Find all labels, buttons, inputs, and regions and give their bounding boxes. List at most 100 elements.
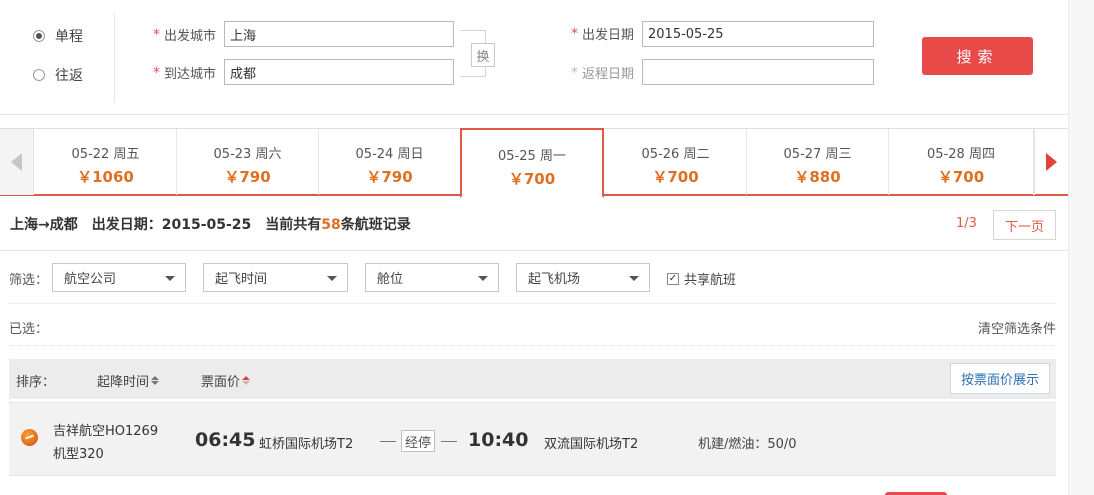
date-tab[interactable]: 05-26 周二 ￥700 <box>605 129 747 195</box>
search-divider <box>114 14 115 102</box>
date-tab[interactable]: 05-24 周日 ￥790 <box>319 129 461 195</box>
sort-by-price[interactable]: 票面价 <box>201 371 251 390</box>
to-city-input[interactable]: 成都 <box>224 59 454 85</box>
flight-count-text: 当前共有58条航班记录 <box>265 214 410 234</box>
date-tab[interactable]: 05-22 周五 ￥1060 <box>35 129 177 195</box>
departure-time: 06:45 <box>195 429 256 451</box>
one-way-option[interactable]: 单程 <box>33 26 83 46</box>
depart-airport-select[interactable]: 起飞机场 <box>516 263 650 292</box>
one-way-radio[interactable] <box>33 30 45 42</box>
prev-dates-button[interactable] <box>0 129 34 195</box>
route-summary: 上海→成都 出发日期：2015-05-25 当前共有58条航班记录 <box>10 214 411 234</box>
arrival-airport: 双流国际机场T2 <box>544 437 639 452</box>
departure-airport: 虹桥国际机场T2 <box>259 437 354 452</box>
depart-date-input[interactable]: 2015-05-25 <box>642 21 874 47</box>
page-indicator: 1/3 <box>956 216 977 231</box>
from-city-label-text: 出发城市 <box>164 29 217 44</box>
right-gutter <box>1068 0 1094 495</box>
depart-time-select-value: 起飞时间 <box>215 272 268 287</box>
chevron-left-icon <box>11 153 22 171</box>
date-tab-date: 05-26 周二 <box>641 147 710 162</box>
cabin-select[interactable]: 舱位 <box>365 263 499 292</box>
sort-by-price-label: 票面价 <box>201 375 241 390</box>
required-mark: * <box>571 64 578 81</box>
caret-down-icon <box>629 276 639 281</box>
date-tab-price: ￥790 <box>366 168 413 186</box>
count-prefix: 当前共有 <box>265 217 322 233</box>
date-tab-date: 05-22 周五 <box>71 147 140 162</box>
date-tab-date: 05-23 周六 <box>213 147 282 162</box>
search-button[interactable]: 搜索 <box>922 37 1033 75</box>
route-text: 上海→成都 <box>10 217 78 233</box>
date-tab-price: ￥880 <box>794 168 841 186</box>
chevron-right-icon <box>1046 153 1057 171</box>
divider <box>9 303 1056 304</box>
from-city-input[interactable]: 上海 <box>224 21 454 47</box>
shared-flight-option[interactable]: ✓ 共享航班 <box>667 269 736 288</box>
required-mark: * <box>153 64 160 81</box>
sort-bar: 排序： 起降时间 票面价 按票面价展示 <box>9 359 1056 399</box>
stopover-badge[interactable]: 经停 <box>401 430 435 452</box>
date-tab[interactable]: 05-28 周四 ￥700 <box>889 129 1034 195</box>
filter-label: 筛选： <box>9 273 49 288</box>
from-city-label: * 出发城市 <box>153 25 217 45</box>
depart-date-label-text: 出发日期 <box>582 28 635 43</box>
divider <box>0 250 1068 251</box>
count-suffix: 条航班记录 <box>340 217 411 233</box>
airline-select[interactable]: 航空公司 <box>52 263 186 292</box>
date-tab-price: ￥700 <box>508 170 556 188</box>
depart-time-select[interactable]: 起飞时间 <box>203 263 348 292</box>
swap-cities-button[interactable]: 换 <box>471 43 495 67</box>
airline-select-value: 航空公司 <box>64 272 117 287</box>
selected-filters-label: 已选： <box>9 322 49 337</box>
required-mark: * <box>153 26 160 43</box>
to-city-label-text: 到达城市 <box>164 67 217 82</box>
date-tab-price: ￥700 <box>937 168 985 186</box>
shared-flight-label: 共享航班 <box>684 273 737 288</box>
date-tab-price: ￥700 <box>652 168 699 186</box>
date-tab-date: 05-25 周一 <box>498 149 566 164</box>
display-by-price-button[interactable]: 按票面价展示 <box>950 363 1050 394</box>
sort-by-time[interactable]: 起降时间 <box>97 371 160 390</box>
arrival-time: 10:40 <box>468 429 529 451</box>
search-panel: 单程 往返 * 出发城市 上海 * 到达城市 成都 换 * 出发日期 2015-… <box>0 0 1068 115</box>
round-trip-radio[interactable] <box>33 69 45 81</box>
flight-count: 58 <box>321 217 341 233</box>
round-trip-option[interactable]: 往返 <box>33 65 83 85</box>
date-tab-date: 05-24 周日 <box>355 147 424 162</box>
required-mark: * <box>571 25 578 42</box>
page-root: 单程 往返 * 出发城市 上海 * 到达城市 成都 换 * 出发日期 2015-… <box>0 0 1094 495</box>
sort-arrows-icon <box>151 376 160 385</box>
plane-model: 机型320 <box>53 447 104 462</box>
shared-flight-checkbox[interactable]: ✓ <box>667 272 679 285</box>
date-tab-price: ￥790 <box>224 168 271 186</box>
date-tab-date: 05-27 周三 <box>783 147 852 162</box>
return-date-label: * 返程日期 <box>571 63 634 83</box>
one-way-label: 单程 <box>55 29 83 45</box>
tax-fuel-fee: 机建/燃油：50/0 <box>698 437 797 452</box>
date-tab-active[interactable]: 05-25 周一 ￥700 <box>460 128 604 198</box>
flight-row[interactable]: 吉祥航空HO1269 机型320 06:45 虹桥国际机场T2 经停 10:40… <box>9 402 1056 476</box>
to-city-label: * 到达城市 <box>153 63 217 83</box>
round-trip-label: 往返 <box>55 68 83 84</box>
clear-filters-link[interactable]: 清空筛选条件 <box>978 318 1056 337</box>
airline-logo-icon <box>21 429 38 446</box>
sort-label: 排序： <box>16 375 56 390</box>
sort-by-time-label: 起降时间 <box>97 375 150 390</box>
sort-asc-icon <box>242 376 251 385</box>
divider <box>9 345 1056 346</box>
cabin-select-value: 舱位 <box>377 272 404 287</box>
next-page-button[interactable]: 下一页 <box>993 210 1056 240</box>
date-tab-date: 05-28 周四 <box>927 147 995 162</box>
airline-name: 吉祥航空HO1269 <box>53 424 159 439</box>
date-tab[interactable]: 05-27 周三 ￥880 <box>747 129 889 195</box>
route-line <box>380 441 396 442</box>
caret-down-icon <box>478 276 488 281</box>
route-line <box>441 441 457 442</box>
date-tab[interactable]: 05-23 周六 ￥790 <box>177 129 319 195</box>
depart-airport-select-value: 起飞机场 <box>528 272 581 287</box>
next-dates-button[interactable] <box>1034 129 1068 195</box>
return-date-input[interactable] <box>642 59 874 85</box>
depart-date-label: * 出发日期 <box>571 24 635 44</box>
caret-down-icon <box>327 276 337 281</box>
